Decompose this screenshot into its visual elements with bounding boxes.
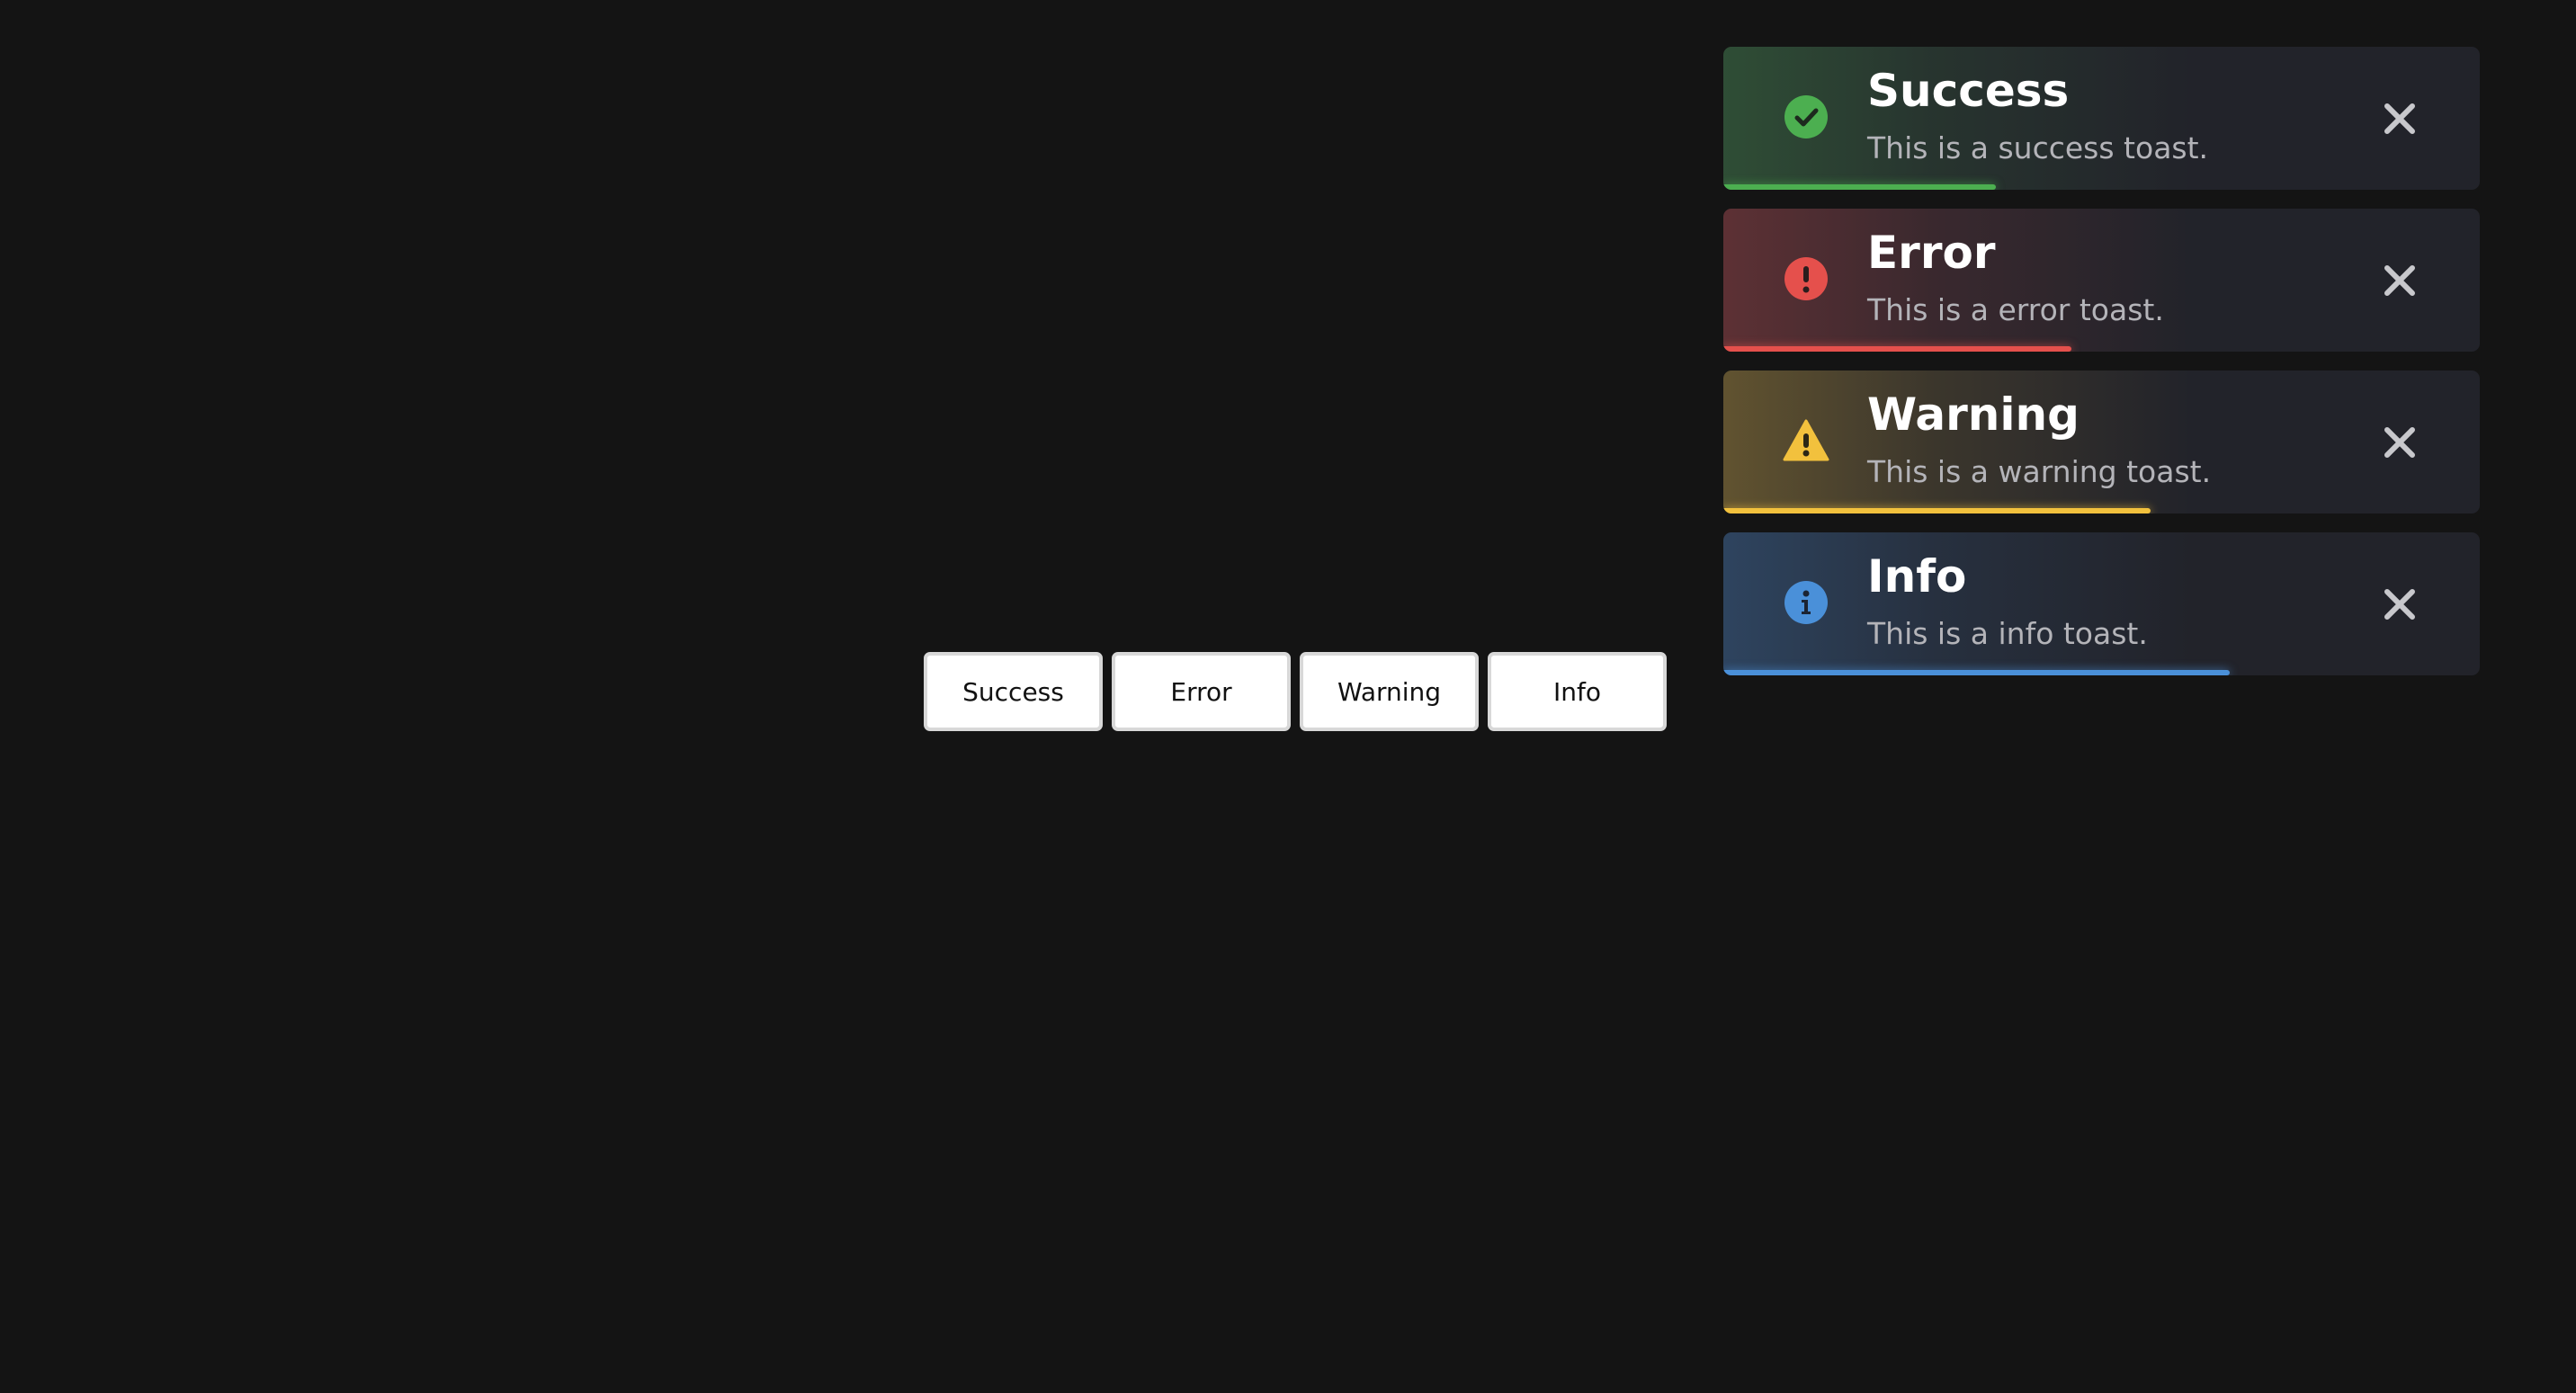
error-toast: Error This is a error toast. — [1723, 209, 2480, 352]
exclamation-circle-icon — [1784, 257, 1828, 300]
close-icon[interactable] — [2380, 261, 2419, 300]
toast-progress-bar — [1723, 508, 2151, 513]
toast-title: Warning — [1867, 388, 2080, 441]
toast-title: Error — [1867, 227, 1996, 279]
close-icon[interactable] — [2380, 423, 2419, 462]
success-toast: Success This is a success toast. — [1723, 47, 2480, 190]
toast-trigger-buttons: Success Error Warning Info — [924, 652, 1667, 731]
toast-title: Success — [1867, 65, 2070, 117]
info-toast: Info This is a info toast. — [1723, 532, 2480, 675]
close-icon[interactable] — [2380, 585, 2419, 624]
toast-message: This is a success toast. — [1867, 130, 2209, 165]
close-icon[interactable] — [2380, 99, 2419, 138]
toast-progress-bar — [1723, 184, 1996, 190]
info-circle-icon — [1784, 581, 1828, 624]
toast-progress-bar — [1723, 670, 2231, 675]
error-button[interactable]: Error — [1112, 652, 1291, 731]
toast-message: This is a warning toast. — [1867, 454, 2212, 489]
toast-message: This is a info toast. — [1867, 616, 2148, 651]
toast-progress-bar — [1723, 346, 2071, 352]
toast-container: Success This is a success toast. Error T… — [1723, 47, 2480, 694]
check-circle-icon — [1784, 95, 1828, 138]
toast-title: Info — [1867, 550, 1967, 603]
warning-button[interactable]: Warning — [1300, 652, 1479, 731]
warning-triangle-icon — [1783, 419, 1829, 461]
warning-toast: Warning This is a warning toast. — [1723, 371, 2480, 513]
success-button[interactable]: Success — [924, 652, 1103, 731]
info-button[interactable]: Info — [1488, 652, 1667, 731]
toast-message: This is a error toast. — [1867, 292, 2164, 327]
